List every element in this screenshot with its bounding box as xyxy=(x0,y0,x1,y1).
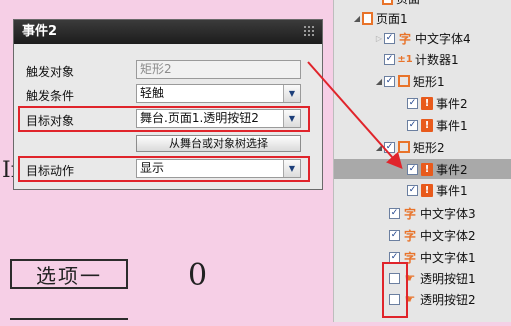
tree-node-page1[interactable]: ◢ 页面1 xyxy=(352,8,502,28)
counter-icon: ±1 xyxy=(397,53,413,65)
trigger-condition-value: 轻触 xyxy=(140,86,165,100)
dialog-title[interactable]: 事件2 xyxy=(14,20,322,44)
trigger-object-field: 矩形2 xyxy=(136,60,301,79)
text-icon: 字 xyxy=(403,228,416,243)
visibility-checkbox[interactable]: ✓ xyxy=(407,163,418,175)
tree-node-rect1-event2[interactable]: ✓ ! 事件2 xyxy=(407,93,511,113)
target-action-select[interactable]: 显示 ▼ xyxy=(136,159,301,178)
text-icon: 字 xyxy=(403,250,416,265)
tree-node-label: 事件2 xyxy=(436,162,468,177)
tree-node-transparent-button1[interactable]: ☛ 透明按钮1 xyxy=(389,268,511,288)
visibility-checkbox[interactable]: ✓ xyxy=(384,141,395,153)
event-icon: ! xyxy=(421,118,433,132)
trigger-condition-label: 触发条件 xyxy=(26,89,75,103)
pick-from-stage-button[interactable]: 从舞台或对象树选择 xyxy=(136,135,301,152)
dialog-title-text: 事件2 xyxy=(22,24,58,39)
tree-node-text3[interactable]: ✓ 字 中文字体3 xyxy=(389,203,511,223)
tree-node-label: 中文字体4 xyxy=(415,31,471,46)
visibility-checkbox[interactable] xyxy=(389,272,400,284)
visibility-checkbox[interactable]: ✓ xyxy=(384,75,395,87)
trigger-object-row: 触发对象 矩形2 xyxy=(14,59,324,81)
tree-node-label: 事件1 xyxy=(436,183,468,198)
trigger-object-label: 触发对象 xyxy=(26,65,75,79)
expand-open-icon[interactable]: ◢ xyxy=(374,143,384,152)
page-icon xyxy=(362,11,373,25)
expand-closed-icon[interactable]: ▷ xyxy=(374,34,384,43)
expand-open-icon[interactable]: ◢ xyxy=(352,14,362,23)
tree-node-label: 矩形2 xyxy=(413,140,445,155)
tree-node-rect2-event2[interactable]: ✓ ! 事件2 xyxy=(334,159,511,179)
tree-node-counter1[interactable]: ✓ ±1 计数器1 xyxy=(384,49,511,69)
expand-open-icon[interactable]: ◢ xyxy=(374,77,384,86)
counter-display: 0 xyxy=(188,258,208,293)
tree-node-label: 中文字体3 xyxy=(420,206,476,221)
tree-node-label: 事件1 xyxy=(436,118,468,133)
target-object-label: 目标对象 xyxy=(26,114,75,128)
drag-grip-icon[interactable] xyxy=(304,26,316,38)
visibility-checkbox[interactable]: ✓ xyxy=(407,184,418,196)
tree-node-label: 计数器1 xyxy=(415,52,459,67)
page-icon xyxy=(382,0,393,5)
tree-node-label: 矩形1 xyxy=(413,74,445,89)
trigger-condition-select[interactable]: 轻触 ▼ xyxy=(136,84,301,103)
event-icon: ! xyxy=(421,183,433,197)
visibility-checkbox[interactable]: ✓ xyxy=(407,97,418,109)
chevron-down-icon[interactable]: ▼ xyxy=(283,160,300,177)
tree-node-rect1-event1[interactable]: ✓ ! 事件1 xyxy=(407,115,511,135)
text-icon: 字 xyxy=(403,206,416,221)
visibility-checkbox[interactable] xyxy=(389,293,400,305)
tree-node-text2[interactable]: ✓ 字 中文字体2 xyxy=(389,225,511,245)
rect-icon xyxy=(398,141,410,153)
visibility-checkbox[interactable]: ✓ xyxy=(384,32,395,44)
tree-node-label: 透明按钮1 xyxy=(420,271,476,286)
tree-node-label: 页面1 xyxy=(376,11,408,26)
tree-node-rect2-event1[interactable]: ✓ ! 事件1 xyxy=(407,180,511,200)
tree-node-label: 事件2 xyxy=(436,96,468,111)
trigger-condition-row: 触发条件 轻触 ▼ xyxy=(14,83,324,105)
text-icon: 字 xyxy=(398,31,411,46)
target-object-row: 目标对象 舞台.页面1.透明按钮2 ▼ xyxy=(14,108,324,130)
event-properties-dialog: 事件2 触发对象 矩形2 触发条件 轻触 ▼ 目标对象 舞台.页面1.透明按钮2… xyxy=(13,19,323,190)
rect-icon xyxy=(398,75,410,87)
tree-node-text1[interactable]: ✓ 字 中文字体1 xyxy=(389,247,511,267)
target-action-label: 目标动作 xyxy=(26,164,75,178)
hand-icon: ☛ xyxy=(404,271,416,285)
chevron-down-icon[interactable]: ▼ xyxy=(283,85,300,102)
visibility-checkbox[interactable]: ✓ xyxy=(389,207,400,219)
visibility-checkbox[interactable]: ✓ xyxy=(389,251,400,263)
tree-node-label: 透明按钮2 xyxy=(420,292,476,307)
visibility-checkbox[interactable]: ✓ xyxy=(407,119,418,131)
chevron-down-icon[interactable]: ▼ xyxy=(283,110,300,127)
object-tree-panel: 页面 ◢ 页面1 ▷ ✓ 字 中文字体4 ✓ ±1 计数器1 ◢ ✓ 矩形1 ✓… xyxy=(333,0,511,322)
visibility-checkbox[interactable]: ✓ xyxy=(384,53,395,65)
tree-node-partial[interactable]: 页面 xyxy=(382,0,420,7)
target-object-select[interactable]: 舞台.页面1.透明按钮2 ▼ xyxy=(136,109,301,128)
visibility-checkbox[interactable]: ✓ xyxy=(389,229,400,241)
event-icon: ! xyxy=(421,162,433,176)
partial-button-outline xyxy=(10,318,128,326)
tree-node-label: 中文字体1 xyxy=(420,250,476,265)
target-action-value: 显示 xyxy=(140,161,165,175)
target-action-row: 目标动作 显示 ▼ xyxy=(14,158,324,180)
tree-node-label: 中文字体2 xyxy=(420,228,476,243)
tree-node-rect1[interactable]: ◢ ✓ 矩形1 xyxy=(374,71,511,91)
tree-node-label: 页面 xyxy=(396,0,420,7)
tree-node-text4[interactable]: ▷ ✓ 字 中文字体4 xyxy=(374,28,511,48)
event-icon: ! xyxy=(421,96,433,110)
hand-icon: ☛ xyxy=(404,292,416,306)
tree-node-transparent-button2[interactable]: ☛ 透明按钮2 xyxy=(389,289,511,309)
tree-node-rect2[interactable]: ◢ ✓ 矩形2 xyxy=(374,137,511,157)
target-object-value: 舞台.页面1.透明按钮2 xyxy=(140,111,259,125)
option-one-button[interactable]: 选项一 xyxy=(10,259,128,289)
